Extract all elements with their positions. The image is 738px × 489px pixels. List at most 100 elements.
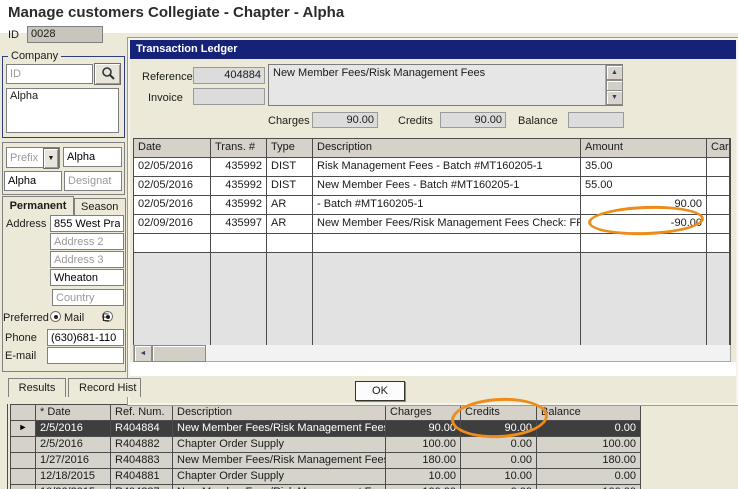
- table-cell[interactable]: 180.00: [537, 453, 641, 469]
- table-cell[interactable]: 100.00: [537, 485, 641, 489]
- company-search-button[interactable]: [94, 63, 121, 85]
- table-row[interactable]: 02/05/2016: [134, 196, 211, 215]
- table-cell[interactable]: New Member Fees/Risk Management Fees Che…: [313, 215, 581, 234]
- company-name-box[interactable]: Alpha: [6, 88, 119, 133]
- table-cell[interactable]: R404881: [111, 469, 173, 485]
- table-cell[interactable]: 435992: [211, 158, 267, 177]
- phone-input[interactable]: [47, 329, 124, 346]
- table-cell[interactable]: R404884: [111, 421, 173, 437]
- row-selector[interactable]: [11, 437, 36, 453]
- scrollbar-thumb[interactable]: [152, 345, 206, 362]
- prefix-input[interactable]: [7, 148, 43, 167]
- table-cell[interactable]: 10.00: [386, 469, 461, 485]
- row-selector[interactable]: [11, 453, 36, 469]
- table-row[interactable]: 02/09/2016: [134, 215, 211, 234]
- table-row[interactable]: 2/5/2016: [36, 421, 111, 437]
- results-header-description[interactable]: Description: [173, 405, 386, 421]
- table-cell[interactable]: 10.00: [461, 469, 537, 485]
- table-cell[interactable]: 0.00: [461, 437, 537, 453]
- table-cell[interactable]: [707, 158, 730, 177]
- results-header-charges[interactable]: Charges: [386, 405, 461, 421]
- table-row[interactable]: 02/05/2016: [134, 158, 211, 177]
- table-cell[interactable]: Chapter Order Supply: [173, 469, 386, 485]
- table-cell[interactable]: 0.00: [537, 421, 641, 437]
- table-cell[interactable]: 100.00: [537, 437, 641, 453]
- empty-row-cell[interactable]: [267, 234, 313, 253]
- company-id-input[interactable]: [6, 64, 93, 84]
- table-row[interactable]: 1/27/2016: [36, 453, 111, 469]
- table-cell[interactable]: New Member Fees - Batch #MT160205-1: [313, 177, 581, 196]
- table-row[interactable]: 10/26/2015: [36, 485, 111, 489]
- address-line1-input[interactable]: [50, 215, 124, 232]
- address-line3-input[interactable]: [50, 251, 124, 268]
- description-scrollbar[interactable]: ▲ ▼: [605, 65, 622, 105]
- table-cell[interactable]: - Batch #MT160205-1: [313, 196, 581, 215]
- table-cell[interactable]: 55.00: [581, 177, 707, 196]
- email-input[interactable]: [47, 347, 124, 364]
- empty-row-cell[interactable]: [581, 234, 707, 253]
- preferred-mail-radio[interactable]: [50, 311, 61, 322]
- results-header-ref[interactable]: Ref. Num.: [111, 405, 173, 421]
- table-cell[interactable]: 435992: [211, 177, 267, 196]
- table-cell[interactable]: 0.00: [461, 453, 537, 469]
- table-cell[interactable]: New Member Fees/Risk Management Fees: [173, 421, 386, 437]
- scroll-left-icon[interactable]: ◄: [134, 345, 152, 362]
- empty-row-cell[interactable]: [707, 234, 730, 253]
- table-cell[interactable]: 100.00: [386, 437, 461, 453]
- results-header-date[interactable]: * Date: [36, 405, 111, 421]
- table-cell[interactable]: Risk Management Fees - Batch #MT160205-1: [313, 158, 581, 177]
- table-cell[interactable]: 180.00: [386, 453, 461, 469]
- ok-button[interactable]: OK: [355, 381, 405, 401]
- ledger-header-trans[interactable]: Trans. #: [211, 139, 267, 158]
- customer-id-field[interactable]: 0028: [27, 26, 103, 43]
- table-cell[interactable]: 0.00: [461, 485, 537, 489]
- table-row[interactable]: 12/18/2015: [36, 469, 111, 485]
- table-cell[interactable]: 0.00: [537, 469, 641, 485]
- prefix-combobox[interactable]: ▼: [6, 147, 60, 168]
- tab-permanent[interactable]: Permanent: [2, 196, 74, 215]
- table-cell[interactable]: AR: [267, 196, 313, 215]
- results-header-balance[interactable]: Balance: [537, 405, 641, 421]
- table-cell[interactable]: New Member Fees/Risk Management Fees: [173, 453, 386, 469]
- table-cell[interactable]: R404883: [111, 453, 173, 469]
- table-cell[interactable]: Chapter Order Supply: [173, 437, 386, 453]
- table-cell[interactable]: [707, 196, 730, 215]
- ledger-header-type[interactable]: Type: [267, 139, 313, 158]
- table-cell[interactable]: 435997: [211, 215, 267, 234]
- table-cell[interactable]: 90.00: [386, 421, 461, 437]
- empty-row-cell[interactable]: [134, 234, 211, 253]
- tab-results[interactable]: Results: [8, 378, 66, 397]
- name-alpha-input[interactable]: [4, 171, 62, 191]
- table-cell[interactable]: DIST: [267, 158, 313, 177]
- table-cell[interactable]: [707, 215, 730, 234]
- row-selector[interactable]: [11, 485, 36, 489]
- table-cell[interactable]: DIST: [267, 177, 313, 196]
- ledger-h-scrollbar[interactable]: ◄: [133, 345, 731, 362]
- table-cell[interactable]: 100.00: [386, 485, 461, 489]
- address-line2-input[interactable]: [50, 233, 124, 250]
- table-cell[interactable]: R404887: [111, 485, 173, 489]
- tab-seasonal[interactable]: Season: [74, 198, 126, 215]
- table-cell[interactable]: R404882: [111, 437, 173, 453]
- empty-row-cell[interactable]: [211, 234, 267, 253]
- ledger-header-description[interactable]: Description: [313, 139, 581, 158]
- table-cell[interactable]: New Member Fees/Risk Management Fees: [173, 485, 386, 489]
- ledger-header-date[interactable]: Date: [134, 139, 211, 158]
- table-row[interactable]: 02/05/2016: [134, 177, 211, 196]
- description-box[interactable]: New Member Fees/Risk Management Fees ▲ ▼: [268, 64, 623, 106]
- chevron-down-icon[interactable]: ▼: [43, 148, 59, 169]
- table-cell[interactable]: AR: [267, 215, 313, 234]
- country-input[interactable]: [52, 289, 124, 306]
- scroll-down-icon[interactable]: ▼: [606, 90, 623, 105]
- prefix-name-input[interactable]: [63, 147, 122, 167]
- table-cell[interactable]: [707, 177, 730, 196]
- ledger-header-amount[interactable]: Amount: [581, 139, 707, 158]
- scroll-up-icon[interactable]: ▲: [606, 65, 623, 80]
- dialog-titlebar[interactable]: Transaction Ledger: [130, 40, 736, 59]
- row-selector[interactable]: [11, 469, 36, 485]
- designation-input[interactable]: [64, 171, 122, 191]
- tab-record-history[interactable]: Record Hist: [68, 378, 141, 397]
- table-cell[interactable]: 435992: [211, 196, 267, 215]
- empty-row-cell[interactable]: [313, 234, 581, 253]
- table-row[interactable]: 2/5/2016: [36, 437, 111, 453]
